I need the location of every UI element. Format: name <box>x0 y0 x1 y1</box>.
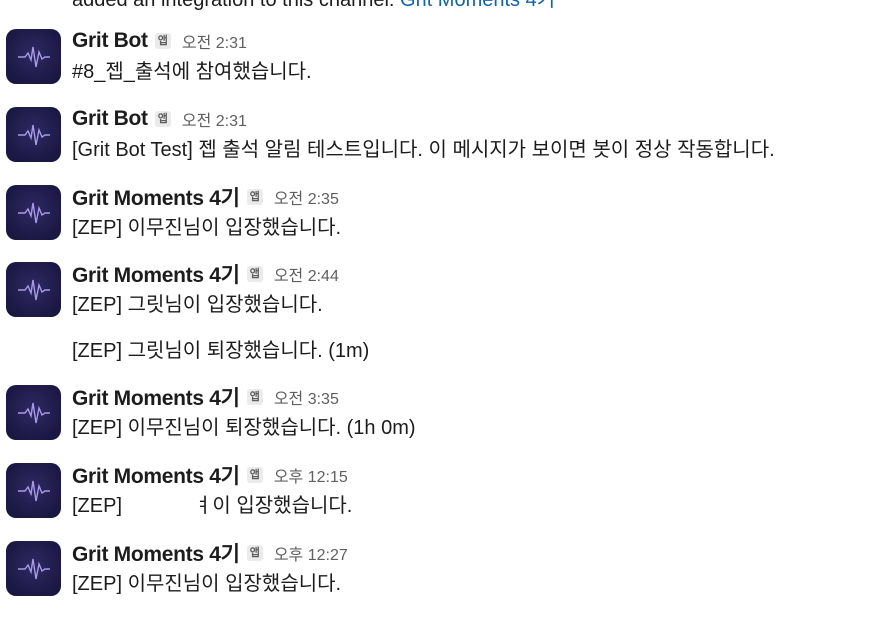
message-text: [ZEP] 이무진님이 입장했습니다. <box>72 217 342 239</box>
bot-avatar[interactable] <box>6 107 61 162</box>
bot-avatar[interactable] <box>6 262 61 317</box>
timestamp[interactable]: 오전 3:35 <box>274 385 339 409</box>
app-badge: 앱 <box>246 189 263 205</box>
message-text: #8_젭_출석에 참여했습니다. <box>72 61 312 83</box>
waveform-icon <box>18 46 50 68</box>
integration-notice: added an integration to this channel: Gr… <box>72 0 555 12</box>
waveform-icon <box>18 558 50 580</box>
waveform-icon <box>18 480 50 502</box>
sender-name[interactable]: Grit Moments 4기 <box>72 259 240 289</box>
message-text: [ZEP] 그릿님이 입장했습니다. <box>72 294 323 316</box>
bot-avatar[interactable] <box>6 185 61 240</box>
integration-notice-text: added an integration to this channel: <box>72 0 401 11</box>
app-badge: 앱 <box>246 467 263 483</box>
bot-avatar[interactable] <box>6 29 61 84</box>
app-badge: 앱 <box>246 266 263 282</box>
app-badge: 앱 <box>246 389 263 405</box>
waveform-icon <box>18 402 50 424</box>
message-text: [Grit Bot Test] 젭 출석 알림 테스트입니다. 이 메시지가 보… <box>72 139 775 161</box>
waveform-icon <box>18 124 50 146</box>
waveform-icon <box>18 279 50 301</box>
bot-avatar[interactable] <box>6 541 61 596</box>
message-text: [ZEP] 이무진님이 퇴장했습니다. (1h 0m) <box>72 417 416 439</box>
sender-name[interactable]: Grit Bot <box>72 29 148 53</box>
sender-name[interactable]: Grit Moments 4기 <box>72 460 240 490</box>
sender-name[interactable]: Grit Moments 4기 <box>72 538 240 568</box>
redaction <box>122 496 195 517</box>
message-suffix: ㅕ이 입장했습니다. <box>194 495 353 517</box>
timestamp[interactable]: 오후 12:15 <box>274 463 348 487</box>
bot-avatar[interactable] <box>6 463 61 518</box>
message-prefix: [ZEP] <box>72 495 123 517</box>
sender-name[interactable]: Grit Moments 4기 <box>72 382 240 412</box>
timestamp[interactable]: 오전 2:31 <box>182 107 247 131</box>
waveform-icon <box>18 202 50 224</box>
sender-name[interactable]: Grit Bot <box>72 107 148 131</box>
app-badge: 앱 <box>246 545 263 561</box>
app-badge: 앱 <box>154 111 171 127</box>
bot-avatar[interactable] <box>6 385 61 440</box>
app-badge: 앱 <box>154 33 171 49</box>
message-text: [ZEP] 그릿님이 퇴장했습니다. (1m) <box>72 340 370 362</box>
message-text: [ZEP] ㅕ이 입장했습니다. <box>72 493 352 519</box>
integration-link[interactable]: Grit Moments 4기 <box>400 0 555 11</box>
sender-name[interactable]: Grit Moments 4기 <box>72 182 240 212</box>
message-text: [ZEP] 이무진님이 입장했습니다. <box>72 573 342 595</box>
timestamp[interactable]: 오후 12:27 <box>274 541 348 565</box>
timestamp[interactable]: 오전 2:31 <box>182 29 247 53</box>
timestamp[interactable]: 오전 2:35 <box>274 185 339 209</box>
timestamp[interactable]: 오전 2:44 <box>274 262 339 286</box>
